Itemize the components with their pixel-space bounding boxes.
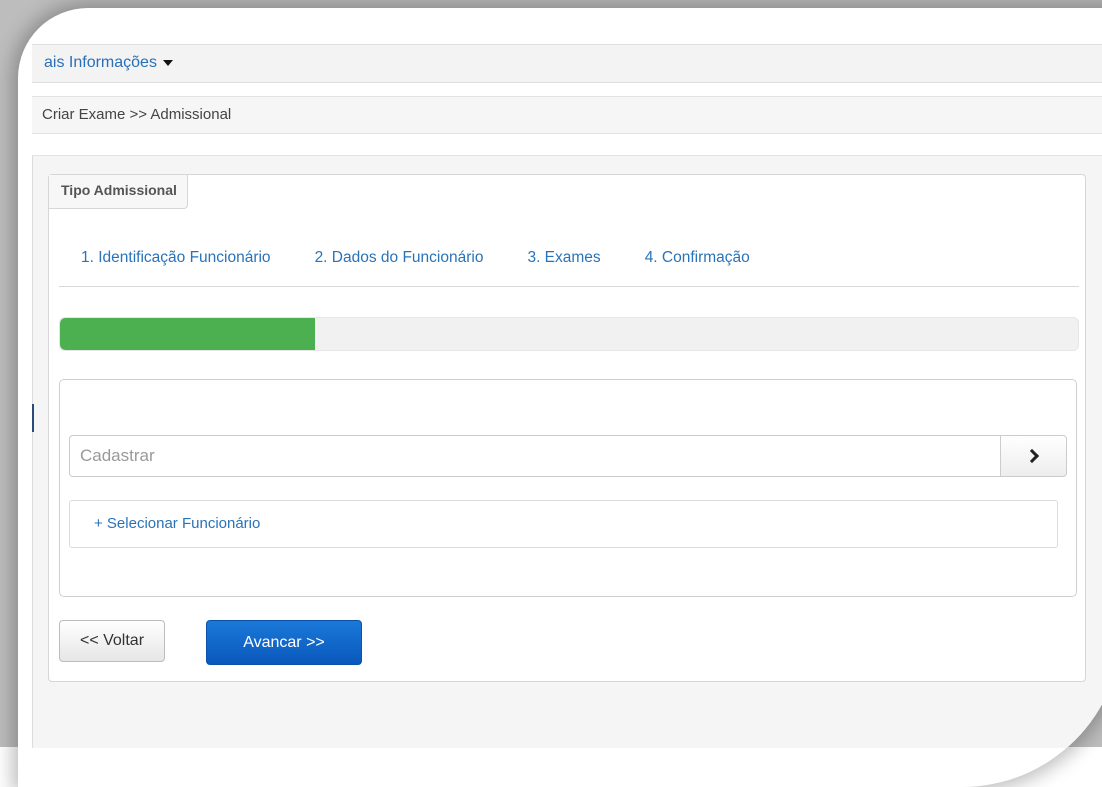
more-info-menu-label: ais Informações <box>44 54 157 71</box>
next-button[interactable]: Avancar >> <box>206 620 362 665</box>
back-button[interactable]: << Voltar <box>59 620 165 662</box>
caret-down-icon <box>162 59 173 66</box>
register-input-group <box>69 435 1067 479</box>
page-content: ais Informações Criar Exame >> Admission… <box>18 8 1102 748</box>
progress-bar-fill <box>60 318 315 350</box>
wizard-steps: 1. Identificação Funcionário 2. Dados do… <box>81 249 794 267</box>
page-viewport: ais Informações Criar Exame >> Admission… <box>18 8 1102 787</box>
panel-tab-label: Tipo Admissional <box>49 175 188 209</box>
steps-divider <box>59 286 1079 287</box>
more-info-menu[interactable]: ais Informações <box>44 54 173 72</box>
breadcrumb-bar: Criar Exame >> Admissional <box>32 96 1102 134</box>
chevron-right-icon <box>1024 448 1040 464</box>
breadcrumb: Criar Exame >> Admissional <box>42 106 232 123</box>
register-go-button[interactable] <box>1000 435 1067 477</box>
step-exams[interactable]: 3. Exames <box>527 249 600 267</box>
step-confirmation[interactable]: 4. Confirmação <box>645 249 750 267</box>
select-employee-box: + Selecionar Funcionário <box>69 500 1058 548</box>
step-employee-data[interactable]: 2. Dados do Funcionário <box>315 249 484 267</box>
progress-bar <box>59 317 1079 351</box>
top-menu-bar: ais Informações <box>32 44 1102 83</box>
side-marker <box>32 404 34 432</box>
screenshot-frame: ais Informações Criar Exame >> Admission… <box>0 0 1102 787</box>
wizard-panel: Tipo Admissional 1. Identificação Funcio… <box>48 174 1086 682</box>
register-input[interactable] <box>69 435 1000 477</box>
select-employee-link[interactable]: + Selecionar Funcionário <box>94 515 260 532</box>
employee-box: + Selecionar Funcionário <box>59 379 1077 597</box>
step-identification[interactable]: 1. Identificação Funcionário <box>81 249 271 267</box>
